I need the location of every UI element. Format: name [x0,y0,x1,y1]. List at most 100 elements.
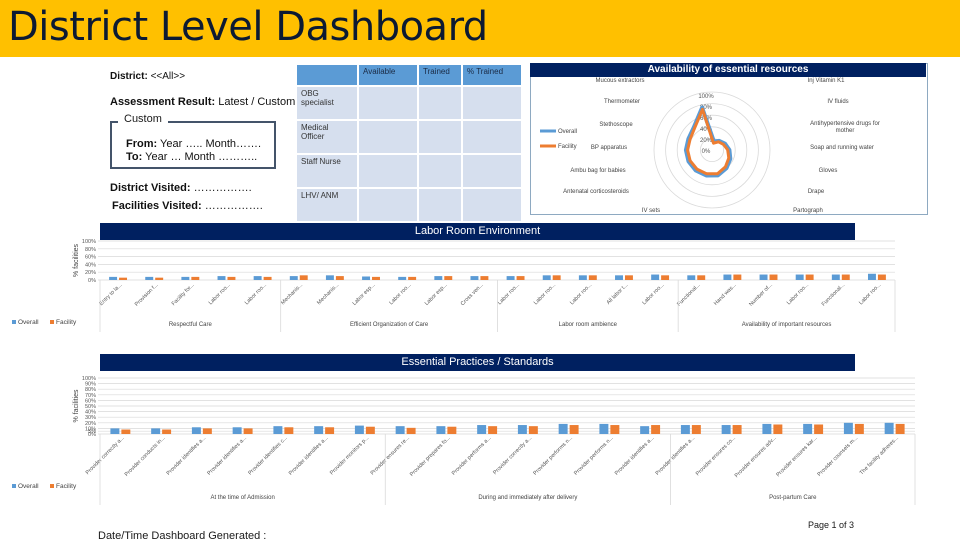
essential-practices-ytick-label: 10% [85,426,96,432]
essential-practices-bar-overall [314,426,324,434]
radar-axis-label: Stethoscope [599,122,633,128]
essential-practices-category-label: Provider ensures re... [370,435,412,477]
essential-practices-bar-overall [273,426,283,434]
labor-room-category-label: Labor roo... [641,282,665,306]
labor-room-bar-overall [831,274,840,280]
essential-practices-group-label: Post-partum Care [769,495,817,501]
labor-room-bar-overall [867,273,876,280]
labor-room-bar-facility [588,275,597,280]
essential-practices-ytick-label: 30% [85,415,96,421]
labor-room-bar-facility [263,276,272,280]
essential-practices-bar-facility [610,425,620,434]
essential-practices-bar-overall [558,423,568,434]
labor-room-bar-overall [615,275,623,280]
essential-practices-category-label: Provider ensures kar... [775,435,818,478]
essential-practices-category-label: The facility adheres... [859,435,901,477]
essential-practices-legend-label-facility: Facility [56,483,77,490]
labor-room-bar-overall [217,276,226,280]
essential-practices-category-label: Provider ensures adv... [734,435,778,479]
date-generated-label: Date/Time Dashboard Generated : [98,530,267,542]
essential-practices-bar-facility [854,423,864,434]
radar-axis-label: Inj Vitamin K1 [808,78,846,84]
labor-room-bar-overall [398,276,407,280]
labor-room-category-label: Hand was... [713,282,738,307]
labor-room-ylabel: % facilities [73,243,80,277]
essential-practices-bar-facility [732,425,742,434]
essential-practices-bar-facility [569,425,579,434]
essential-practices-bar-facility [814,424,824,434]
labor-room-bar-facility [335,276,344,280]
radar-axis-label: Gloves [819,168,838,174]
essential-practices-group-label: At the time of Admission [210,495,274,501]
labor-room-category-label: Labor roo... [244,282,268,306]
radar-axis-label: BP apparatus [591,145,627,151]
labor-room-bar-overall [723,274,732,280]
radar-tick-label: 100% [698,94,714,100]
labor-room-group-label: Availability of important resources [742,322,832,328]
essential-practices-bar-overall [762,423,772,434]
labor-room-bar-overall [687,275,696,280]
essential-practices-category-label: Provider prepares fo... [409,435,452,478]
labor-room-ytick-label: 100% [82,239,96,245]
legend-label-facility: Facility [558,144,577,150]
labor-room-bar-facility [697,275,706,280]
labor-room-bar-facility [119,277,128,280]
essential-practices-bar-facility [406,427,416,434]
essential-practices-bar-facility [243,428,253,434]
labor-room-category-label: Mechanis... [280,282,304,306]
labor-room-bar-facility [769,274,778,280]
labor-room-group-label: Labor room ambience [559,322,618,328]
labor-room-bar-overall [470,276,479,280]
essential-practices-bar-overall [232,427,242,434]
essential-practices-bar-facility [202,428,212,434]
radar-axis-label: Partograph [793,208,823,214]
labor-room-bar-facility [191,276,200,280]
radar-axis-label: IV sets [642,208,660,214]
labor-room-bar-facility [408,276,417,280]
essential-practices-ylabel: % facilities [73,389,80,423]
radar-axis-label: Ambu bag for babies [570,168,625,174]
essential-practices-bar-facility [651,425,661,434]
labor-room-category-label: Labor roo... [208,282,232,306]
labor-room-ytick-label: 60% [85,255,96,261]
essential-practices-category-label: Provider monitors p... [329,435,371,477]
labor-room-bar-overall [651,274,660,280]
labor-room-legend-label-overall: Overall [18,319,39,326]
essential-practices-bar-overall [680,425,690,434]
labor-room-bar-facility [841,274,850,280]
labor-room-bar-overall [542,275,551,280]
essential-practices-bar-facility [162,429,172,434]
radar-axis-label: Thermometer [604,99,640,105]
labor-room-legend-swatch-facility [50,320,54,324]
essential-practices-bar-overall [803,423,813,434]
essential-practices-ytick-label: 90% [85,382,96,388]
labor-room-group-label: Efficient Organization of Care [350,322,429,328]
essential-practices-category-label: Provider correctly a... [85,435,126,476]
essential-practices-legend-swatch-facility [50,484,54,488]
essential-practices-ytick-label: 60% [85,398,96,404]
essential-practices-category-label: Provider identifies c... [247,435,289,477]
labor-room-bar-overall [109,276,118,280]
essential-practices-bar-overall [436,426,446,434]
labor-room-category-label: Labor roo... [858,282,882,306]
labor-room-group-label: Respectful Care [169,322,213,328]
labor-room-category-label: Functional... [676,282,702,308]
essential-practices-bar-overall [151,428,161,434]
essential-practices-category-label: Provider ensures co... [695,435,737,477]
labor-room-ytick-label: 80% [85,247,96,253]
essential-practices-category-label: Provider performs n... [532,435,574,477]
labor-room-legend-swatch-overall [12,320,16,324]
labor-room-bar-overall [506,276,515,280]
radar-axis-label: Drape [808,189,825,195]
labor-room-bar-overall [434,276,443,280]
essential-practices-bar-facility [488,426,498,434]
radar-axis-label: IV fluids [827,99,848,105]
labor-room-category-label: Facility for... [171,282,196,307]
essential-practices-bar-overall [721,425,731,434]
essential-practices-ytick-label: 70% [85,393,96,399]
essential-practices-bar-facility [447,426,457,434]
radar-axis-label: Antenatal corticosteroids [563,189,629,195]
labor-room-bar-overall [578,275,587,280]
charts-canvas: 0%20%40%60%80%100%Mucous extractorsTherm… [12,78,916,505]
labor-room-category-label: Functional... [821,282,847,308]
